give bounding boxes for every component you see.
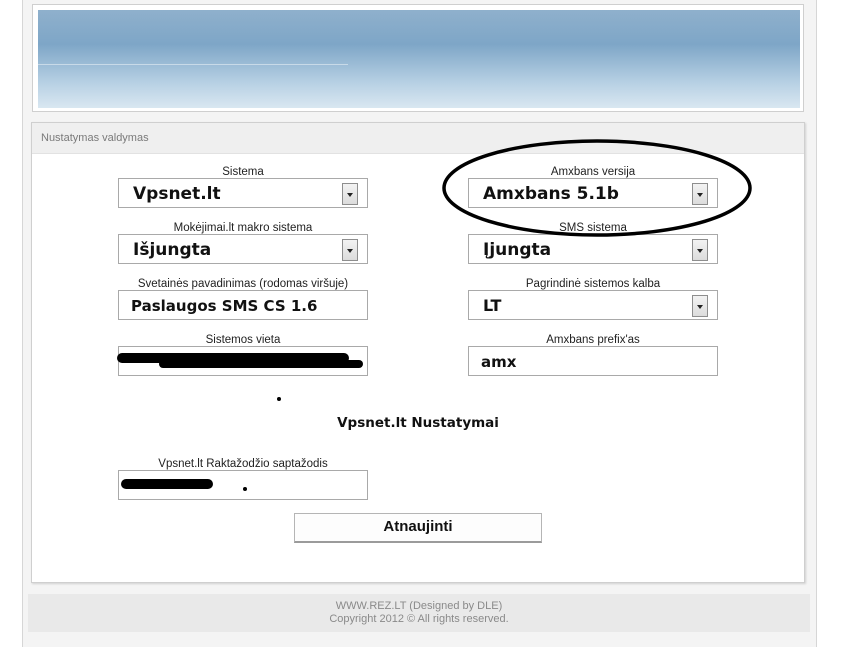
sms-sistema-value: Įjungta — [483, 240, 552, 260]
redaction-scribble — [121, 479, 213, 489]
header-banner — [38, 10, 800, 108]
section-title: Vpsnet.lt Nustatymai — [337, 415, 499, 431]
chevron-down-icon[interactable] — [692, 239, 708, 261]
location-input[interactable] — [117, 346, 368, 376]
chevron-down-icon[interactable] — [342, 183, 358, 205]
site-name-value: Paslaugos SMS CS 1.6 — [131, 297, 318, 315]
panel-title: Nustatymas valdymas — [41, 132, 149, 144]
footer-copyright: Copyright 2012 © All rights reserved. — [329, 613, 509, 625]
makro-sistema-value: Išjungta — [133, 240, 212, 260]
password-input[interactable] — [118, 470, 368, 500]
language-select[interactable]: LT — [468, 290, 718, 320]
chevron-down-icon[interactable] — [692, 295, 708, 317]
amxbans-prefix-input[interactable]: amx — [468, 346, 718, 376]
amxbans-version-value: Amxbans 5.1b — [483, 184, 619, 204]
sistema-value: Vpsnet.lt — [133, 184, 221, 204]
chevron-down-icon[interactable] — [342, 239, 358, 261]
redaction-scribble — [159, 360, 363, 368]
update-button[interactable]: Atnaujinti — [294, 513, 542, 543]
banner-divider — [38, 64, 348, 65]
site-name-input[interactable]: Paslaugos SMS CS 1.6 — [118, 290, 368, 320]
makro-sistema-select[interactable]: Išjungta — [118, 234, 368, 264]
stray-dot — [277, 397, 281, 401]
panel-header: Nustatymas valdymas — [32, 123, 804, 154]
footer: WWW.REZ.LT (Designed by DLE) Copyright 2… — [28, 594, 810, 632]
amxbans-prefix-value: amx — [481, 353, 517, 371]
language-value: LT — [483, 296, 502, 315]
footer-credit: WWW.REZ.LT (Designed by DLE) — [335, 600, 503, 612]
settings-panel: Nustatymas valdymas Sistema Vpsnet.lt Am… — [31, 122, 805, 583]
sms-sistema-select[interactable]: Įjungta — [468, 234, 718, 264]
chevron-down-icon[interactable] — [692, 183, 708, 205]
stray-dot — [243, 487, 247, 491]
header — [32, 4, 804, 112]
sistema-select[interactable]: Vpsnet.lt — [118, 178, 368, 208]
amxbans-version-select[interactable]: Amxbans 5.1b — [468, 178, 718, 208]
